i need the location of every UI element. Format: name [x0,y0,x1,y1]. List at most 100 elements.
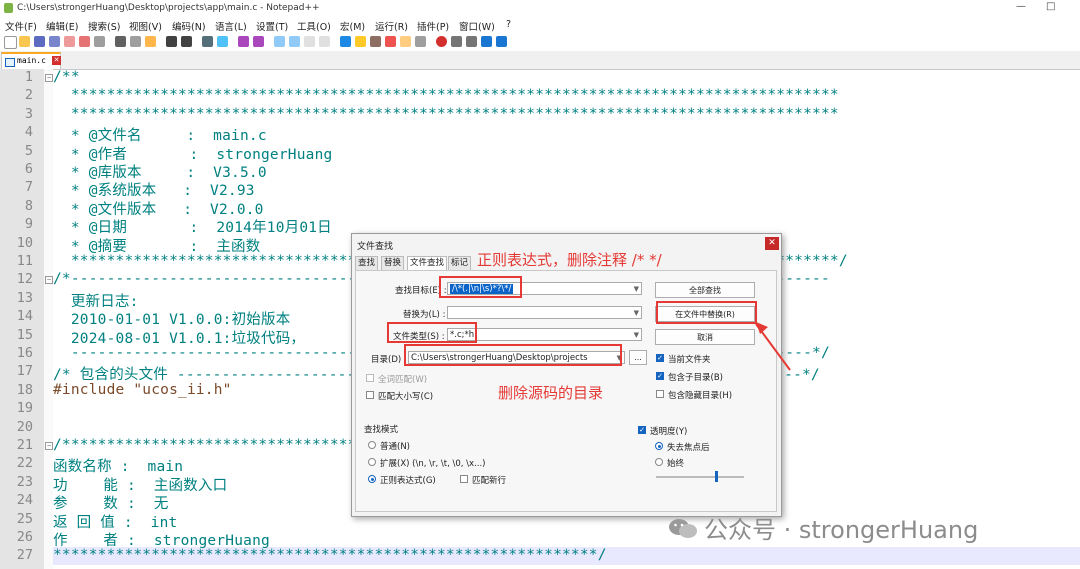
close-file-icon[interactable] [64,36,75,47]
menu-help[interactable]: ? [506,19,511,30]
tab-replace[interactable]: 替换 [381,256,405,271]
line-number: 9 [24,216,33,233]
dialog-title: 文件查找 [357,242,394,252]
code-line[interactable]: 7 * @系统版本 : V2.93 [0,179,1080,199]
menu-plugins[interactable]: 插件(P) [417,19,449,33]
replace-input[interactable]: ▼ [447,306,642,319]
function-list-icon[interactable] [385,36,396,47]
chevron-down-icon[interactable]: ▼ [634,283,639,294]
annotation-dir-note: 删除源码的目录 [498,384,604,402]
undo-icon[interactable] [166,36,177,47]
minimize-button[interactable]: — [1016,1,1026,12]
print-icon[interactable] [94,36,105,47]
tab-close-icon[interactable]: ✕ [52,56,61,65]
fold-toggle-icon[interactable]: − [45,442,53,450]
code-line[interactable]: 5 * @作者 : strongerHuang [0,143,1080,163]
open-file-icon[interactable] [19,36,30,47]
play-macro-icon[interactable] [466,36,477,47]
whole-word-checkbox[interactable] [366,374,374,382]
cancel-button[interactable]: 取消 [655,329,755,345]
menu-macro[interactable]: 宏(M) [340,19,365,33]
run-macro-multiple-icon[interactable] [481,36,492,47]
wrap-icon[interactable] [304,36,315,47]
new-file-icon[interactable] [4,36,17,49]
monitor-icon[interactable] [415,36,426,47]
browse-button[interactable]: ... [629,350,647,365]
transparency-slider-thumb[interactable] [715,471,718,482]
menu-settings[interactable]: 设置(T) [256,19,288,33]
trans-lose-focus-radio[interactable] [655,442,663,450]
redo-icon[interactable] [181,36,192,47]
menu-file[interactable]: 文件(F) [5,19,37,33]
dialog-close-button[interactable]: ✕ [765,237,779,250]
line-number: 12 [16,271,33,288]
line-number: 7 [24,179,33,196]
trans-always-radio[interactable] [655,458,663,466]
mode-extended-radio[interactable] [368,458,376,466]
code-line[interactable]: 1 −/** [0,69,1080,87]
save-all-icon[interactable] [49,36,60,47]
tab-find-in-files[interactable]: 文件查找 [407,256,448,271]
zoom-in-icon[interactable] [238,36,249,47]
close-all-icon[interactable] [79,36,90,47]
match-case-checkbox[interactable] [366,391,374,399]
tab-mark[interactable]: 标记 [448,256,472,271]
record-macro-icon[interactable] [436,36,447,47]
hidden-folders-checkbox[interactable] [656,390,664,398]
watermark: 公众号 · strongerHuang [668,510,978,545]
cut-icon[interactable] [115,36,126,47]
code-line[interactable]: 4 * @文件名 : main.c [0,124,1080,144]
code-line[interactable]: 2 **************************************… [0,87,1080,105]
code-line[interactable]: 6 * @库版本 : V3.5.0 [0,161,1080,181]
menu-run[interactable]: 运行(R) [375,19,408,33]
find-all-button[interactable]: 全部查找 [655,282,755,298]
copy-icon[interactable] [130,36,141,47]
paste-icon[interactable] [145,36,156,47]
indent-guide-icon[interactable] [340,36,351,47]
tab-find[interactable]: 查找 [355,256,379,271]
subfolders-checkbox[interactable]: ✓ [656,372,664,380]
chevron-down-icon[interactable]: ▼ [634,329,639,340]
code-text: ****************************************… [53,87,839,104]
code-line[interactable]: 27 **************************************… [0,547,1080,565]
sync-v-icon[interactable] [274,36,285,47]
menu-window[interactable]: 窗口(W) [459,19,495,33]
code-line[interactable]: 8 * @文件版本 : V2.0.0 [0,198,1080,218]
menu-tools[interactable]: 工具(O) [297,19,331,33]
replace-icon[interactable] [217,36,228,47]
mode-extended-label: 扩展(X) (\n, \r, \t, \0, \x...) [380,459,486,469]
menu-language[interactable]: 语言(L) [215,19,247,33]
mode-normal-radio[interactable] [368,441,376,449]
menu-search[interactable]: 搜索(S) [88,19,120,33]
menu-encoding[interactable]: 编码(N) [172,19,206,33]
all-chars-icon[interactable] [319,36,330,47]
fold-toggle-icon[interactable]: − [45,74,53,82]
code-line[interactable]: 3 **************************************… [0,106,1080,124]
search-mode-title: 查找模式 [364,425,399,435]
menu-view[interactable]: 视图(V) [129,19,162,33]
tab-main-c[interactable]: main.c ✕ [1,52,61,69]
line-number: 25 [16,510,33,527]
stop-macro-icon[interactable] [451,36,462,47]
chevron-down-icon[interactable]: ▼ [634,307,639,318]
save-icon[interactable] [34,36,45,47]
mode-regex-radio[interactable] [368,475,376,483]
menu-edit[interactable]: 编辑(E) [46,19,78,33]
folder-workspace-icon[interactable] [355,36,366,47]
current-folder-checkbox[interactable]: ✓ [656,354,664,362]
sync-h-icon[interactable] [289,36,300,47]
fold-toggle-icon[interactable]: − [45,276,53,285]
folder-icon[interactable] [400,36,411,47]
line-number: 10 [16,234,33,251]
doc-map-icon[interactable] [370,36,381,47]
transparency-checkbox[interactable]: ✓ [638,426,646,434]
dot-newline-checkbox[interactable] [460,475,468,483]
line-number: 18 [16,381,33,398]
find-icon[interactable] [202,36,213,47]
code-line[interactable]: 9 * @日期 : 2014年10月01日 [0,216,1080,236]
code-text: ****************************************… [53,547,607,564]
maximize-button[interactable]: □ [1046,1,1055,12]
save-macro-icon[interactable] [496,36,507,47]
zoom-out-icon[interactable] [253,36,264,47]
line-number: 13 [16,289,33,306]
